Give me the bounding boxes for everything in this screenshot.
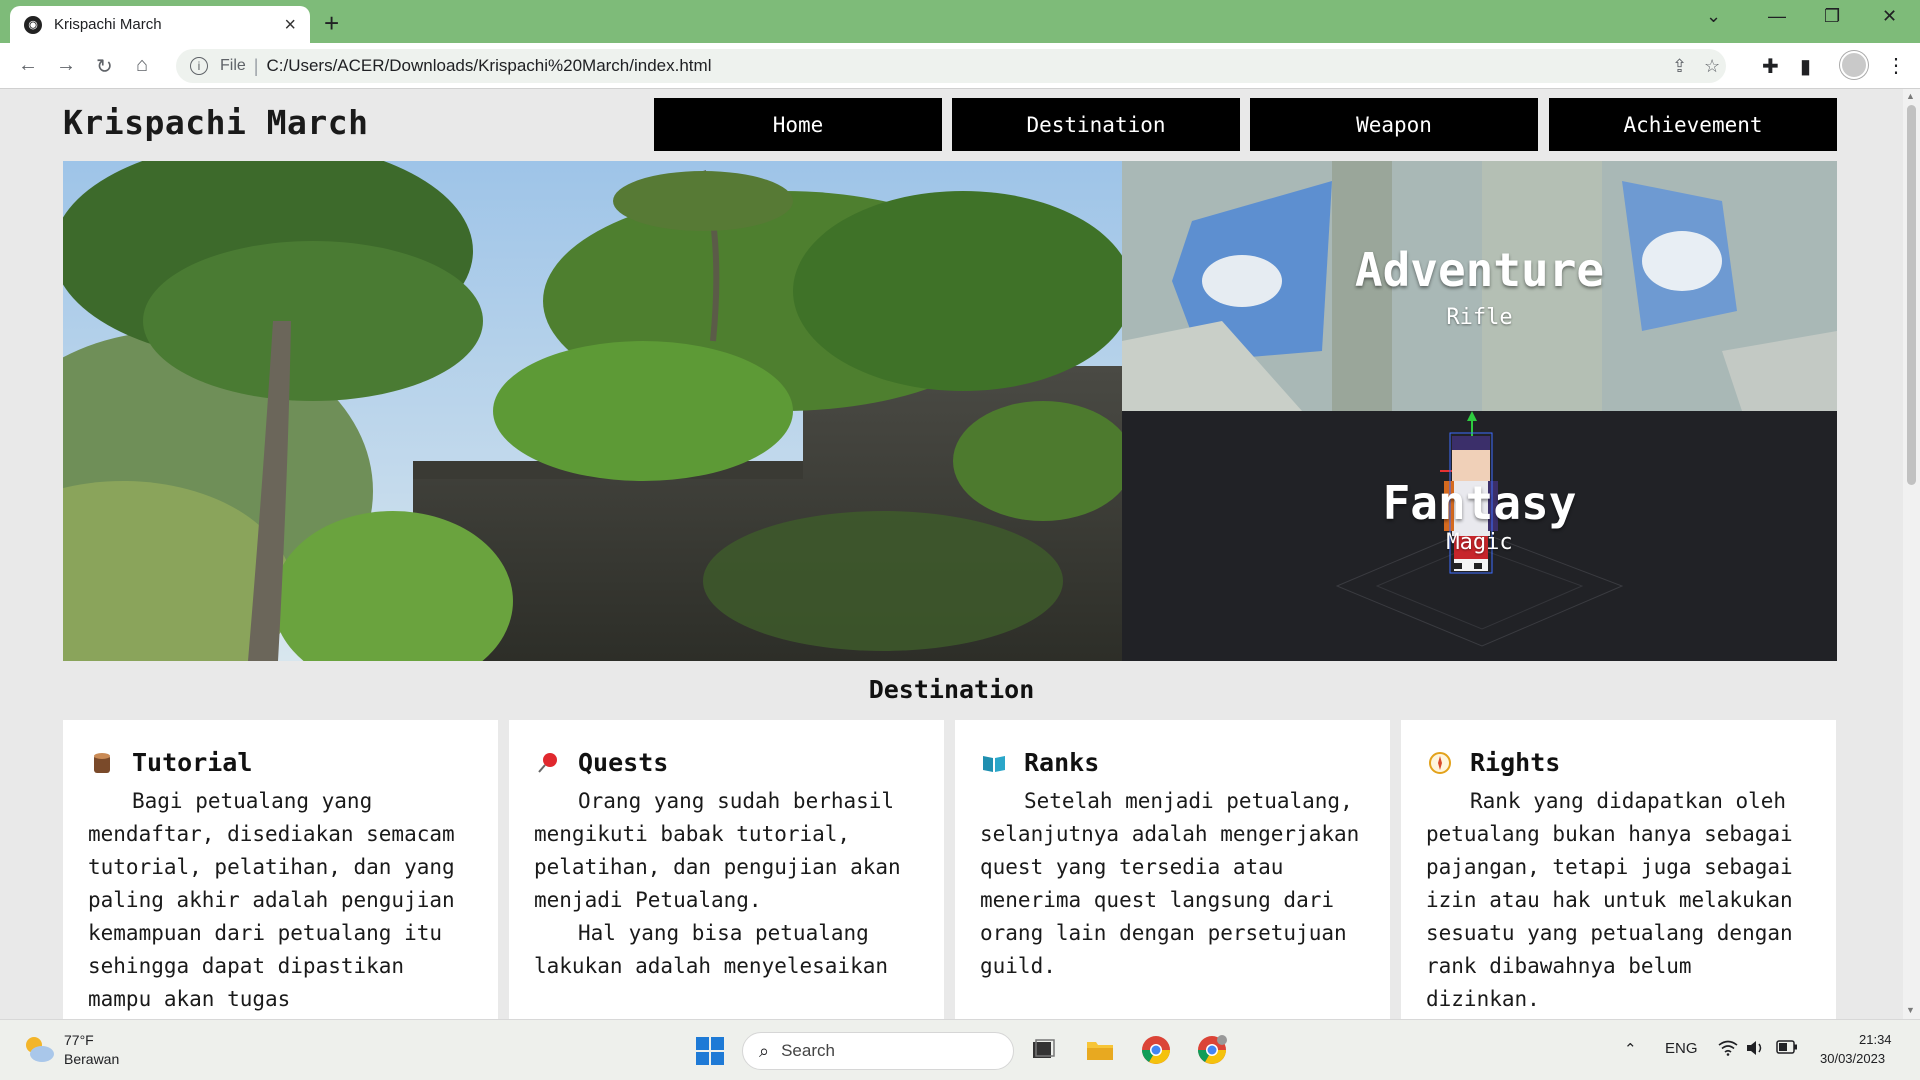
hero-jungle-image [63, 161, 1122, 661]
card-paragraph: Bagi petualang yang mendaftar, disediaka… [88, 789, 455, 1011]
menu-kebab-icon[interactable]: ⋮ [1886, 53, 1906, 78]
task-view-icon[interactable] [1027, 1034, 1059, 1066]
card-title: Tutorial [132, 748, 253, 777]
browser-tab[interactable]: ◉ Krispachi March × [10, 6, 310, 43]
minimize-icon[interactable]: — [1768, 6, 1786, 27]
compass-icon [1426, 749, 1454, 777]
card-title: Quests [578, 748, 669, 777]
wood-log-icon [88, 749, 116, 777]
card-ranks: Ranks Setelah menjadi petualang, selanju… [955, 720, 1390, 1019]
tab-search-icon[interactable]: ⌄ [1706, 6, 1721, 27]
address-bar[interactable]: i File | C:/Users/ACER/Downloads/Krispac… [176, 49, 1726, 83]
address-url[interactable]: C:/Users/ACER/Downloads/Krispachi%20Marc… [266, 56, 711, 76]
address-separator: | [253, 55, 259, 76]
card-tutorial: Tutorial Bagi petualang yang mendaftar, … [63, 720, 498, 1019]
globe-icon: ◉ [24, 15, 42, 34]
card-rights: Rights Rank yang didapatkan oleh petuala… [1401, 720, 1836, 1019]
taskbar-search[interactable]: ⌕ Search [742, 1032, 1014, 1070]
pushpin-icon [534, 749, 562, 777]
forward-icon[interactable]: → [56, 54, 76, 77]
restore-icon[interactable]: ❐ [1824, 6, 1840, 27]
reload-icon[interactable]: ↻ [96, 54, 113, 79]
scroll-down-arrow-icon[interactable]: ▼ [1906, 1005, 1915, 1015]
destination-heading: Destination [868, 675, 1035, 704]
taskbar-clock-date[interactable]: 30/03/2023 [1820, 1051, 1885, 1066]
card-paragraph: Orang yang sudah berhasil mengikuti baba… [534, 789, 901, 912]
adventure-subtitle: Rifle [1446, 305, 1513, 330]
nav-achievement[interactable]: Achievement [1549, 98, 1837, 151]
volume-icon[interactable] [1746, 1040, 1764, 1060]
adventure-title: Adventure [1354, 243, 1605, 297]
windows-taskbar: 77°F Berawan ⌕ Search ⌃ ENG 21:34 30/03/… [0, 1019, 1920, 1080]
card-title: Ranks [1024, 748, 1100, 777]
profile-avatar[interactable] [1840, 51, 1868, 79]
card-paragraph: Rank yang didapatkan oleh petualang buka… [1426, 789, 1793, 1011]
fantasy-title: Fantasy [1382, 476, 1577, 530]
card-title: Rights [1470, 748, 1561, 777]
weather-description: Berawan [64, 1051, 120, 1067]
wifi-icon[interactable] [1718, 1040, 1738, 1060]
home-icon[interactable]: ⌂ [136, 54, 148, 77]
nav-home[interactable]: Home [654, 98, 942, 151]
windows-start-icon[interactable] [696, 1037, 724, 1065]
bookmark-star-icon[interactable]: ☆ [1704, 49, 1720, 83]
show-hidden-icons-icon[interactable]: ⌃ [1624, 1040, 1637, 1058]
info-icon[interactable]: i [190, 57, 208, 75]
site-title: Krispachi March [63, 103, 369, 142]
taskbar-search-placeholder: Search [781, 1041, 835, 1060]
browser-toolbar: ← → ↻ ⌂ i File | C:/Users/ACER/Downloads… [0, 43, 1920, 89]
chrome-icon[interactable] [1140, 1034, 1172, 1066]
nav-weapon[interactable]: Weapon [1250, 98, 1538, 151]
weather-temperature: 77°F [64, 1032, 94, 1048]
fantasy-subtitle: Magic [1446, 530, 1513, 555]
share-icon[interactable]: ⇪ [1672, 49, 1687, 83]
language-indicator[interactable]: ENG [1665, 1040, 1698, 1057]
open-book-icon [980, 749, 1008, 777]
card-paragraph: Hal yang bisa petualang lakukan adalah m… [534, 921, 889, 978]
scroll-up-arrow-icon[interactable]: ▲ [1906, 91, 1915, 101]
card-paragraph: Setelah menjadi petualang, selanjutnya a… [980, 789, 1360, 978]
page-viewport: Krispachi March Home Destination Weapon … [0, 89, 1903, 1019]
scrollbar-thumb[interactable] [1907, 105, 1916, 485]
weather-cloud-icon[interactable] [22, 1034, 56, 1069]
chrome-profile-icon[interactable] [1196, 1034, 1228, 1066]
browser-tab-strip: ◉ Krispachi March × + ⌄ — ❐ ✕ [0, 0, 1920, 43]
page-scrollbar[interactable]: ▲ ▼ [1903, 89, 1920, 1019]
tab-title: Krispachi March [54, 16, 162, 33]
extensions-icon[interactable]: ✚ [1762, 54, 1779, 79]
close-tab-icon[interactable]: × [284, 15, 296, 35]
card-quests: Quests Orang yang sudah berhasil mengiku… [509, 720, 944, 1019]
search-icon: ⌕ [759, 1040, 770, 1061]
new-tab-button[interactable]: + [324, 8, 339, 39]
address-scheme: File [220, 57, 246, 74]
hero-fantasy-panel[interactable]: Fantasy Magic [1122, 411, 1837, 661]
file-explorer-icon[interactable] [1084, 1034, 1116, 1066]
back-icon[interactable]: ← [18, 54, 38, 77]
hero-adventure-panel[interactable]: Adventure Rifle [1122, 161, 1837, 411]
taskbar-clock-time[interactable]: 21:34 [1859, 1032, 1892, 1047]
nav-destination[interactable]: Destination [952, 98, 1240, 151]
battery-icon[interactable] [1776, 1040, 1798, 1058]
close-window-icon[interactable]: ✕ [1882, 6, 1897, 27]
side-panel-icon[interactable]: ▮ [1800, 54, 1811, 79]
